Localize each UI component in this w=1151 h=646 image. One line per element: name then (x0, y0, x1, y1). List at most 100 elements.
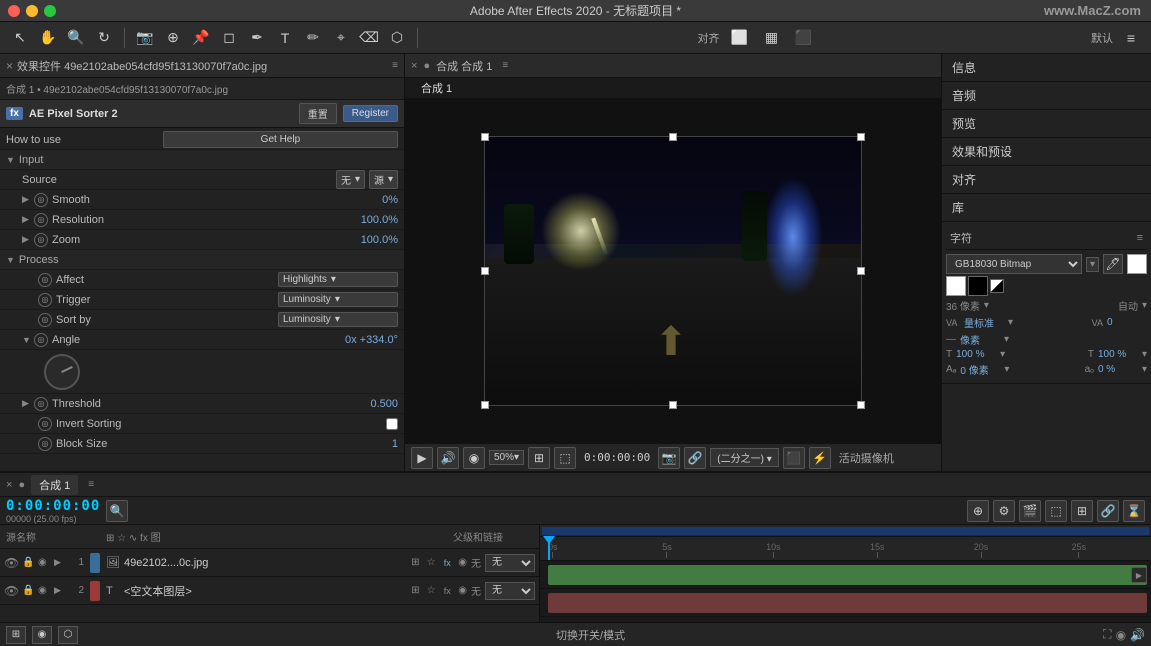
minimize-button[interactable] (26, 5, 38, 17)
handle-bl[interactable] (481, 401, 489, 409)
audio-panel-item[interactable]: 音频 (942, 82, 1151, 110)
handle-mr[interactable] (857, 267, 865, 275)
pen-tool[interactable]: ✒ (245, 26, 269, 50)
layer-1-switch-1[interactable]: ⊞ (408, 556, 422, 570)
resolution-expand[interactable]: ▶ (22, 214, 34, 225)
block-size-value[interactable]: 1 (392, 438, 398, 450)
tl-btn-3[interactable]: 🎬 (1019, 500, 1041, 522)
footer-icon-1[interactable]: ⛶ (1103, 627, 1111, 642)
puppet-tool[interactable]: 📌 (189, 26, 213, 50)
threshold-expand[interactable]: ▶ (22, 398, 34, 409)
align-panel-item[interactable]: 对齐 (942, 166, 1151, 194)
fraction-select[interactable]: (二分之一) ▾ (710, 448, 778, 467)
workspace-menu[interactable]: ≡ (1119, 26, 1143, 50)
tl-btn-1[interactable]: ⊕ (967, 500, 989, 522)
layer-1-switch-fx[interactable]: fx (440, 556, 454, 570)
layer-2-switch-2[interactable]: ☆ (424, 584, 438, 598)
layer-2-solo[interactable]: ◉ (38, 585, 50, 596)
track-2-bar[interactable] (548, 593, 1147, 613)
angle-expand[interactable]: ▼ (22, 335, 34, 345)
layer-1-parent-select[interactable]: 无 (485, 554, 535, 572)
input-arrow[interactable]: ▼ (6, 155, 15, 165)
library-panel-item[interactable]: 库 (942, 194, 1151, 222)
camera-btn[interactable]: 📷 (658, 447, 680, 469)
layer-2-switch-1[interactable]: ⊞ (408, 584, 422, 598)
process-arrow[interactable]: ▼ (6, 255, 15, 265)
footer-btn-1[interactable]: ⊞ (6, 626, 26, 644)
snap-btn[interactable]: 🔗 (684, 447, 706, 469)
rotate-tool[interactable]: ↻ (92, 26, 116, 50)
panel-close-btn[interactable]: × (6, 59, 13, 73)
zoom-tool[interactable]: 🔍 (64, 26, 88, 50)
eyedropper-btn[interactable]: 🖊 (1103, 254, 1123, 274)
affect-dropdown[interactable]: Highlights ▾ (278, 272, 398, 287)
layer-2-eye[interactable]: 👁 (4, 584, 18, 598)
register-btn[interactable]: Register (343, 105, 398, 122)
arrow-tool[interactable]: ↖ (8, 26, 32, 50)
tl-btn-6[interactable]: 🔗 (1097, 500, 1119, 522)
fast-preview-btn[interactable]: ⚡ (809, 447, 831, 469)
layer-1-solo[interactable]: ◉ (38, 557, 50, 568)
zoom-expand[interactable]: ▶ (22, 234, 34, 245)
char-panel-menu[interactable]: ≡ (1137, 232, 1143, 244)
layer-2-lock[interactable]: 🔒 (22, 585, 34, 596)
tl-btn-7[interactable]: ⌛ (1123, 500, 1145, 522)
angle-value[interactable]: 0x +334.0° (345, 334, 398, 346)
layer-2-name[interactable]: <空文本图层> (124, 583, 404, 599)
smooth-expand[interactable]: ▶ (22, 194, 34, 205)
shape-tool[interactable]: ◻ (217, 26, 241, 50)
tl-btn-2[interactable]: ⚙ (993, 500, 1015, 522)
tl-search-btn[interactable]: 🔍 (106, 500, 128, 522)
comp-tab[interactable]: 合成 1 (411, 81, 462, 97)
footer-icon-2[interactable]: ◉ (1116, 628, 1126, 642)
layer-2-switch-fx[interactable]: fx (440, 584, 454, 598)
brush-tool[interactable]: ✏ (301, 26, 325, 50)
layer-1-switch-2[interactable]: ☆ (424, 556, 438, 570)
preview-solo-btn[interactable]: ◉ (463, 447, 485, 469)
tl-close[interactable]: × (6, 479, 12, 491)
clone-tool[interactable]: ⌖ (329, 26, 353, 50)
threshold-value[interactable]: 0.500 (370, 398, 398, 410)
maximize-button[interactable] (44, 5, 56, 17)
handle-tl[interactable] (481, 133, 489, 141)
work-area-bar[interactable] (542, 527, 1149, 535)
trigger-dropdown[interactable]: Luminosity ▾ (278, 292, 398, 307)
timeline-tab-comp[interactable]: 合成 1 (31, 475, 78, 495)
eraser-tool[interactable]: ⌫ (357, 26, 381, 50)
angle-dial[interactable] (44, 354, 80, 390)
sort-by-dropdown[interactable]: Luminosity ▾ (278, 312, 398, 327)
fit-btn[interactable]: ⊞ (528, 447, 550, 469)
footer-btn-3[interactable]: ⬡ (58, 626, 78, 644)
info-panel-item[interactable]: 信息 (942, 54, 1151, 82)
get-help-btn[interactable]: Get Help (163, 131, 398, 148)
text-color-black[interactable] (968, 276, 988, 296)
invert-checkbox[interactable] (386, 418, 398, 430)
puppet-pin[interactable]: ⬡ (385, 26, 409, 50)
text-tool[interactable]: T (273, 26, 297, 50)
zoom-value[interactable]: 100.0% (361, 234, 398, 246)
layer-1-eye[interactable]: 👁 (4, 556, 18, 570)
resolution-value[interactable]: 100.0% (361, 214, 398, 226)
preview-zoom-select[interactable]: 50%▾ (489, 450, 524, 465)
tl-btn-5[interactable]: ⊞ (1071, 500, 1093, 522)
preview-play-btn[interactable]: ▶ (411, 447, 433, 469)
handle-tm[interactable] (669, 133, 677, 141)
source-dropdown-1[interactable]: 无 ▾ (336, 170, 365, 189)
comp-close[interactable]: × (411, 60, 417, 72)
font-select[interactable]: GB18030 Bitmap (946, 254, 1082, 274)
source-dropdown-2[interactable]: 源 ▾ (369, 170, 398, 189)
layer-2-expand[interactable]: ▶ (54, 585, 64, 596)
text-color-split[interactable] (990, 279, 1004, 293)
align-left[interactable]: ⬜ (728, 26, 752, 50)
viewer-btn[interactable]: ⬛ (783, 447, 805, 469)
layer-1-expand[interactable]: ▶ (54, 557, 64, 568)
track-1-end-btn[interactable]: ▶ (1131, 567, 1147, 583)
pan-tool[interactable]: ⊕ (161, 26, 185, 50)
camera-tool[interactable]: 📷 (133, 26, 157, 50)
hand-tool[interactable]: ✋ (36, 26, 60, 50)
handle-ml[interactable] (481, 267, 489, 275)
panel-menu-btn[interactable]: ≡ (392, 60, 398, 71)
layer-2-parent-select[interactable]: 无 (485, 582, 535, 600)
footer-btn-2[interactable]: ◉ (32, 626, 52, 644)
region-btn[interactable]: ⬚ (554, 447, 576, 469)
